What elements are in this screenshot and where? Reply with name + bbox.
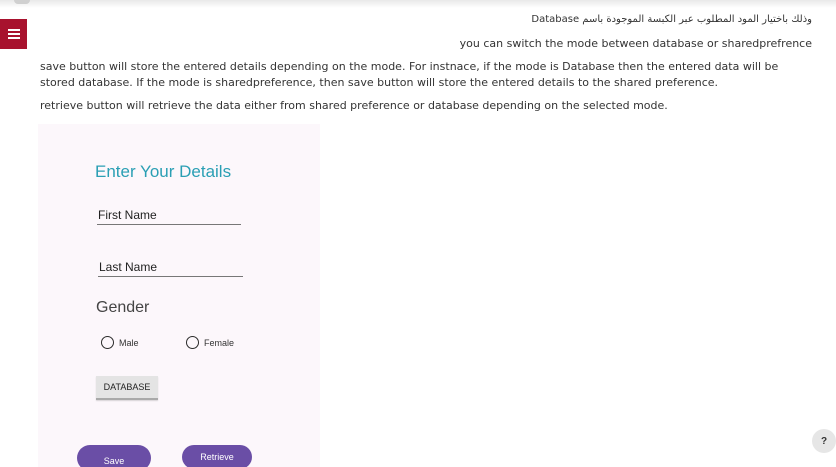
page: وذلك باختيار المود المطلوب عبر الكبسة ال… bbox=[0, 0, 836, 467]
gender-option-female: Female bbox=[204, 337, 235, 348]
help-button[interactable]: ? bbox=[812, 429, 836, 453]
arabic-instruction: وذلك باختيار المود المطلوب عبر الكبسة ال… bbox=[531, 14, 812, 25]
gender-radio-male[interactable]: Male bbox=[101, 336, 139, 349]
first-name-placeholder: First Name bbox=[98, 208, 157, 222]
switch-mode-text: you can switch the mode between database… bbox=[459, 37, 812, 50]
menu-toggle-button[interactable] bbox=[0, 19, 27, 49]
form-title: Enter Your Details bbox=[95, 162, 232, 181]
retrieve-button[interactable]: Retrieve bbox=[182, 445, 252, 467]
app-screenshot: Enter Your Details First Name Last Name … bbox=[38, 124, 320, 467]
radio-circle-icon bbox=[186, 336, 199, 349]
last-name-placeholder: Last Name bbox=[99, 260, 158, 274]
database-mode-button[interactable]: DATABASE bbox=[96, 376, 158, 400]
gender-option-male: Male bbox=[119, 337, 139, 348]
gender-label: Gender bbox=[96, 299, 150, 316]
first-name-field[interactable]: First Name bbox=[97, 208, 241, 225]
retrieve-explanation: retrieve button will retrieve the data e… bbox=[40, 99, 668, 112]
gender-radio-female[interactable]: Female bbox=[186, 336, 234, 349]
radio-circle-icon bbox=[101, 336, 114, 349]
top-edge bbox=[14, 0, 30, 4]
list-icon bbox=[7, 29, 20, 39]
last-name-field[interactable]: Last Name bbox=[98, 260, 243, 277]
save-button[interactable]: Save bbox=[77, 445, 151, 467]
top-bar bbox=[0, 0, 836, 8]
save-explanation: save button will store the entered detai… bbox=[40, 60, 779, 89]
